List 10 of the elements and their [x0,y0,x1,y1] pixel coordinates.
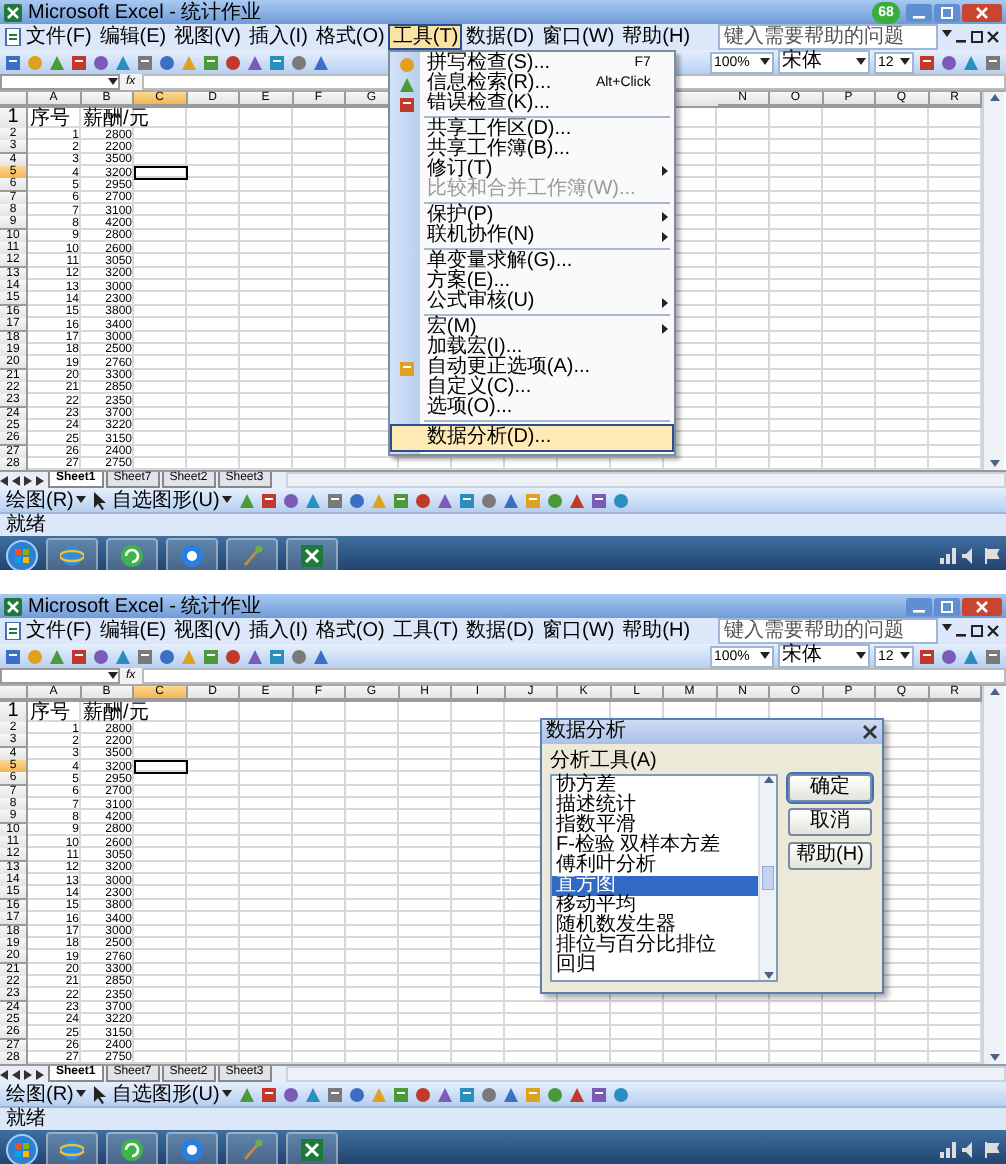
status-text: 就绪 [6,1108,46,1131]
status-text: 就绪 [6,514,46,537]
table-cell: 序号 [30,703,70,723]
list-label: 分析工具(A) [550,750,659,772]
table-cell: 序号 [30,109,70,129]
window-title: Microsoft Excel - 统计作业 [28,594,262,619]
table-cell: 薪酬/元 [83,109,149,129]
dialog-title: 数据分析 [546,720,626,744]
table-cell: 薪酬/元 [83,703,149,723]
window-title: Microsoft Excel - 统计作业 [28,0,262,25]
